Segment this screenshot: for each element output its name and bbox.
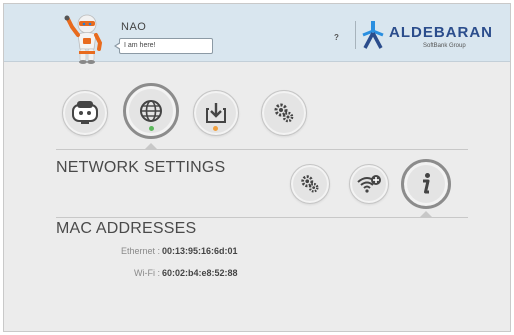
wifi-label: Wi-Fi : xyxy=(134,268,160,278)
globe-icon xyxy=(140,100,162,122)
header-bar: NAO I am here! ? ALDEBARAN SoftBank Grou… xyxy=(4,4,510,64)
nao-robot-icon xyxy=(64,14,103,64)
updates-status-indicator xyxy=(213,126,218,131)
ethernet-mac-value: 00:13:95:16:6d:01 xyxy=(162,246,238,256)
subnav-advanced[interactable] xyxy=(290,164,330,204)
nav-updates[interactable] xyxy=(193,90,239,136)
header-divider xyxy=(355,21,356,49)
subnav-wifi[interactable] xyxy=(349,164,389,204)
brand-subtitle: SoftBank Group xyxy=(423,43,466,49)
nav-network-settings[interactable] xyxy=(123,83,179,139)
network-status-indicator xyxy=(149,126,154,131)
network-settings-title: NETWORK SETTINGS xyxy=(56,159,226,176)
download-icon xyxy=(206,103,226,123)
info-icon xyxy=(423,173,430,194)
robot-face-icon xyxy=(72,101,98,124)
gears-icon xyxy=(274,103,294,123)
aldebaran-logo: ALDEBARAN SoftBank Group xyxy=(361,21,493,53)
speech-bubble: I am here! xyxy=(114,38,213,54)
subnav-info[interactable] xyxy=(401,159,451,209)
aldebaran-logo-mark-icon xyxy=(362,21,384,49)
brand-name: ALDEBARAN xyxy=(389,24,493,41)
gears-icon xyxy=(301,175,319,193)
robot-name: NAO xyxy=(121,21,147,33)
help-button[interactable]: ? xyxy=(334,33,339,42)
nav-advanced-settings[interactable] xyxy=(261,90,307,136)
nav-robot-settings[interactable] xyxy=(62,90,108,136)
mac-addresses-title: MAC ADDRESSES xyxy=(56,220,197,237)
wifi-mac-value: 60:02:b4:e8:52:88 xyxy=(162,268,238,278)
wifi-add-icon xyxy=(357,175,381,193)
nav-divider xyxy=(56,149,468,150)
settings-window: NAO I am here! ? ALDEBARAN SoftBank Grou… xyxy=(3,3,511,332)
subnav-divider xyxy=(56,217,468,218)
ethernet-label: Ethernet : xyxy=(120,246,160,256)
